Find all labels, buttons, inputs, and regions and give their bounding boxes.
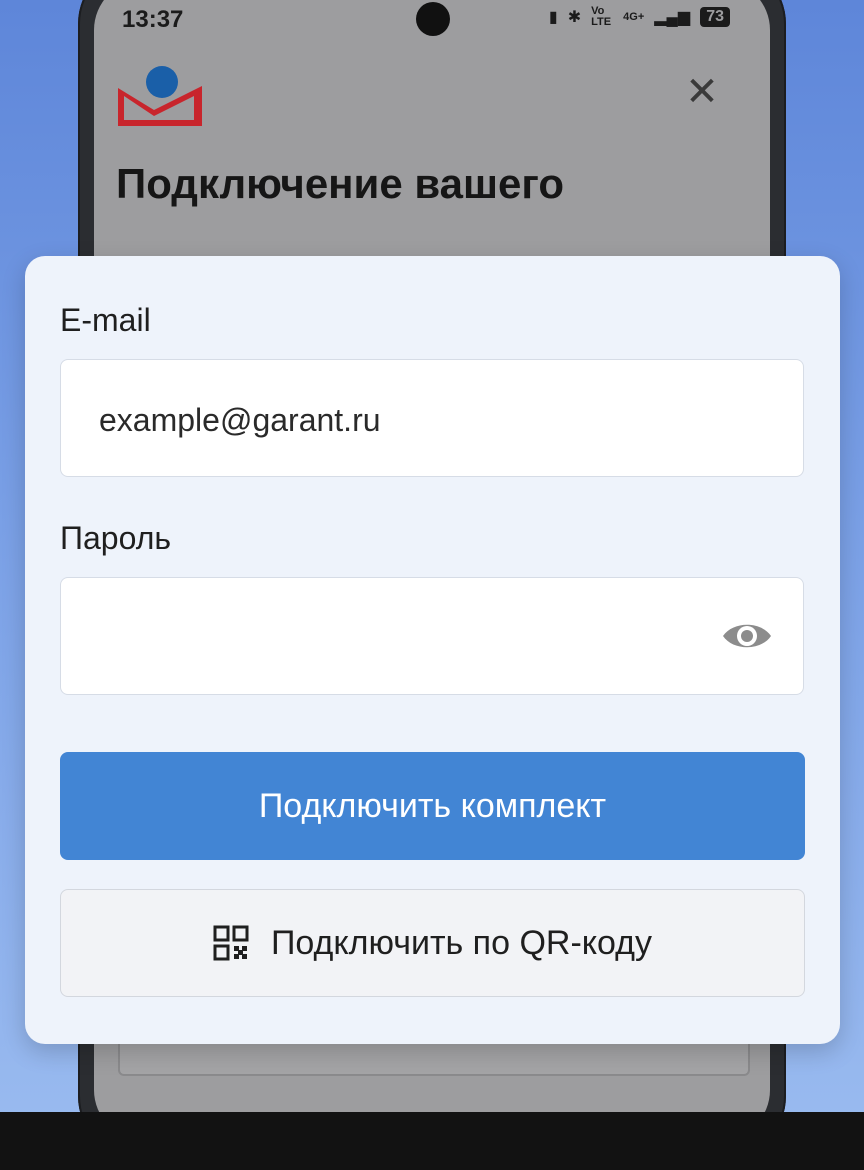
bottom-bar — [0, 1112, 864, 1170]
vibrate-icon: ▮ — [548, 9, 558, 26]
front-camera — [416, 2, 450, 36]
bluetooth-icon: ✱ — [567, 9, 582, 26]
qr-code-icon — [213, 925, 249, 961]
email-value: example@garant.ru — [99, 402, 381, 438]
battery-level: 73 — [700, 7, 730, 27]
garant-logo — [118, 66, 202, 126]
close-icon[interactable]: ✕ — [684, 72, 720, 112]
status-icons: ▮ ✱ Vo LTE 4G+ ▂▄▆ 73 — [549, 6, 730, 28]
email-field[interactable]: example@garant.ru — [60, 359, 804, 477]
signal-icon: ▂▄▆ — [654, 9, 691, 26]
page-title: Подключение вашего — [116, 160, 564, 207]
password-field[interactable] — [60, 577, 804, 695]
status-time: 13:37 — [122, 6, 184, 33]
status-bar: 13:37 ▮ ✱ Vo LTE 4G+ ▂▄▆ 73 — [94, 0, 770, 40]
email-label: E-mail — [60, 302, 151, 338]
qr-connect-button[interactable]: Подключить по QR-коду — [60, 889, 805, 997]
password-label: Пароль — [60, 520, 172, 556]
connect-kit-button[interactable]: Подключить комплект — [60, 752, 805, 860]
connect-kit-label: Подключить комплект — [258, 786, 607, 825]
network-label: 4G+ — [623, 11, 645, 23]
volte-label: Vo LTE — [591, 5, 612, 28]
qr-connect-label: Подключить по QR-коду — [270, 923, 653, 962]
eye-icon[interactable] — [721, 618, 773, 654]
login-form-card: E-mail example@garant.ru Пароль Подключи… — [25, 256, 840, 1044]
